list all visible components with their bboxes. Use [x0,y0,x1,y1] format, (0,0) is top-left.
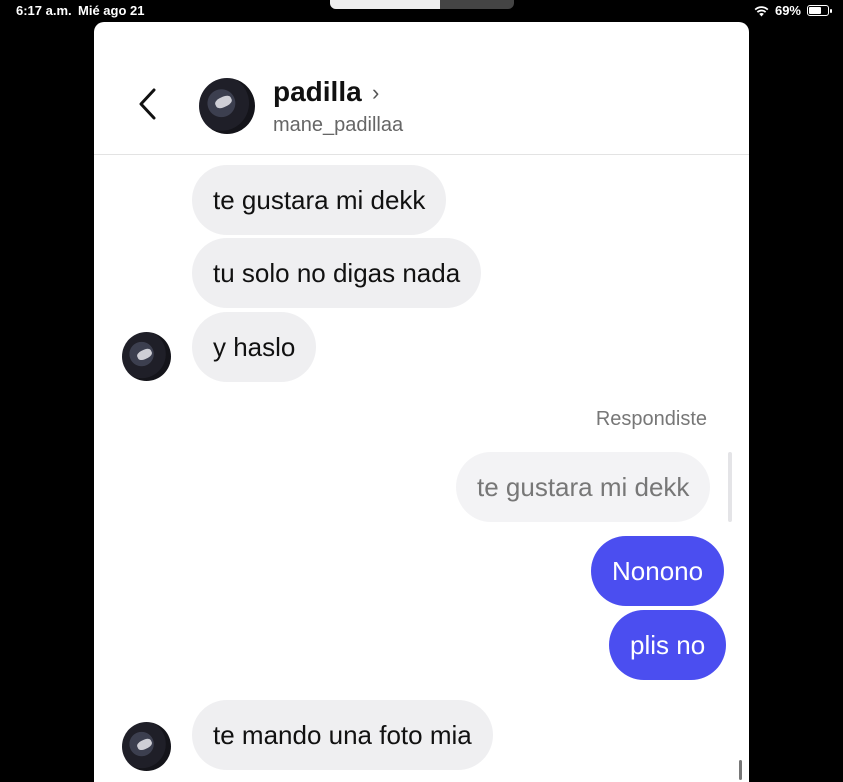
status-bar: 6:17 a.m. Mié ago 21 69% [0,0,843,22]
wifi-icon [754,5,769,16]
reply-indicator-bar [728,452,732,522]
multitasking-indicator[interactable] [330,0,514,9]
message-bubble[interactable]: y haslo [192,312,317,382]
message-bubble[interactable]: tu solo no digas nada [192,238,482,308]
battery-percent: 69% [774,3,801,18]
message-bubble[interactable]: Nonono [591,536,725,606]
message-bubble[interactable]: te gustara mi dekk [192,165,447,235]
battery-fill [809,7,821,14]
status-date: Mié ago 21 [78,3,145,18]
battery-icon [807,5,832,16]
scrollbar[interactable] [739,760,742,780]
chat-sheet: padilla › mane_padillaa te gustara mi de… [94,22,749,782]
message-bubble[interactable]: te mando una foto mia [192,700,493,770]
message-bubble[interactable]: plis no [609,610,727,680]
chevron-right-icon[interactable]: › [372,80,379,106]
contact-name[interactable]: padilla [273,76,362,108]
status-time: 6:17 a.m. [16,3,72,18]
quoted-reply-bubble[interactable]: te gustara mi dekk [456,452,711,522]
avatar[interactable] [122,332,171,381]
avatar[interactable] [199,78,255,134]
chat-header: padilla › mane_padillaa [94,22,749,155]
avatar[interactable] [122,722,171,771]
contact-username: mane_padillaa [273,114,404,136]
chevron-left-icon[interactable] [134,84,164,124]
replied-label: Respondiste [595,408,707,430]
status-right: 69% [754,3,832,18]
